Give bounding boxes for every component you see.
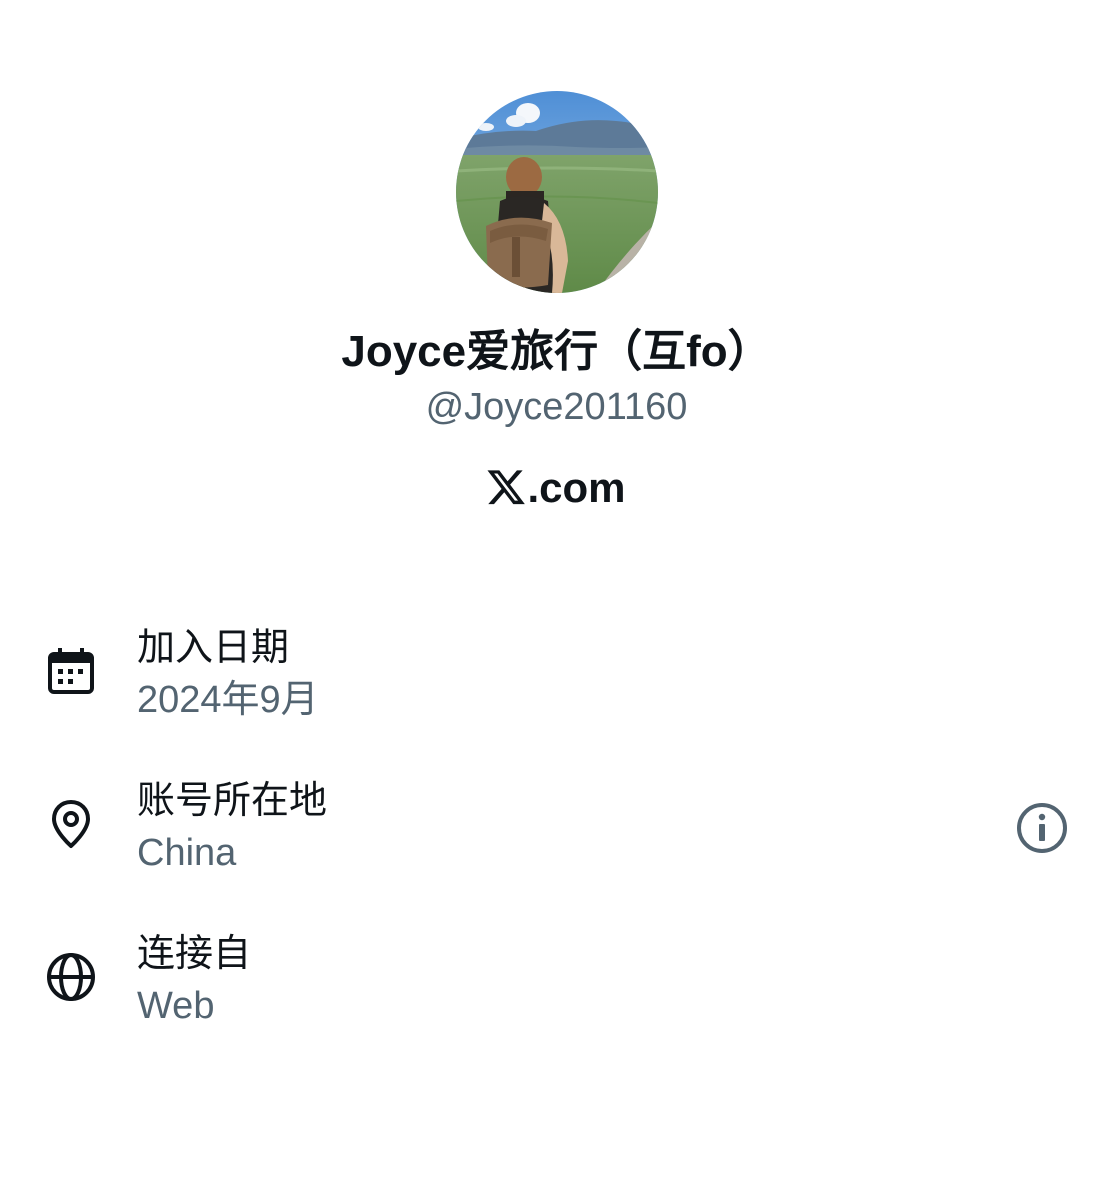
- x-logo-icon: [487, 465, 526, 519]
- brand-label: .com: [0, 461, 1113, 519]
- avatar-image: [456, 91, 658, 293]
- detail-row-connected-via: 连接自 Web: [0, 930, 1113, 1040]
- account-location-label: 账号所在地: [137, 780, 328, 822]
- info-icon: [1017, 803, 1067, 853]
- profile-display-name: Joyce爱旅行（互fo）: [341, 327, 772, 376]
- connected-via-value: Web: [137, 985, 215, 1027]
- join-date-label: 加入日期: [137, 627, 290, 669]
- calendar-icon: [44, 644, 98, 698]
- detail-row-account-location: 账号所在地 China: [0, 777, 1113, 887]
- location-info-button[interactable]: [1014, 800, 1070, 856]
- brand-suffix: .com: [527, 464, 626, 511]
- account-location-value: China: [137, 832, 237, 874]
- globe-icon: [44, 950, 98, 1004]
- location-pin-icon: [44, 797, 98, 851]
- join-date-value: 2024年9月: [137, 679, 319, 721]
- profile-handle: @Joyce201160: [425, 386, 688, 428]
- connected-via-label: 连接自: [137, 933, 252, 975]
- detail-row-join-date: 加入日期 2024年9月: [0, 624, 1113, 734]
- avatar[interactable]: [456, 91, 658, 293]
